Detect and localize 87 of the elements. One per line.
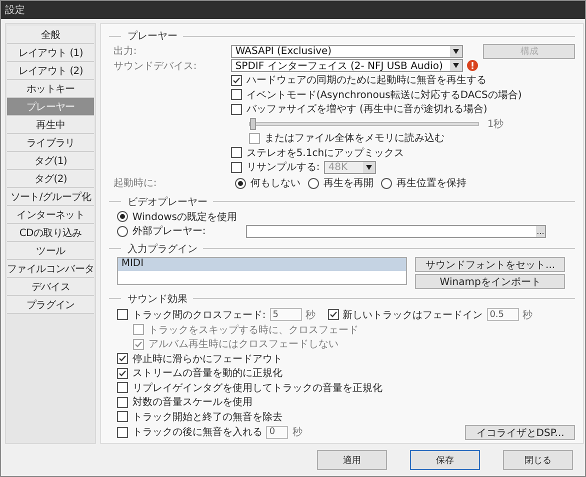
radio-label: 再生を再開 [323, 176, 374, 190]
sidebar-item[interactable]: CDの取り込み [7, 224, 94, 242]
footer-button[interactable]: 適用 [317, 450, 387, 470]
sidebar-item[interactable]: タグ(2) [7, 170, 94, 188]
radio-label: Windowsの既定を使用 [132, 210, 237, 224]
checkbox-label: バッファサイズを増やす (再生中に音が途切れる場合) [246, 102, 488, 116]
checkbox[interactable] [117, 426, 128, 438]
checkbox-label: ステレオを5.1chにアップミックス [246, 146, 404, 160]
sidebar-item[interactable]: プラグイン [7, 296, 94, 314]
checkbox[interactable] [231, 74, 242, 86]
sidebar-item[interactable]: ソート/グループ化 [7, 188, 94, 206]
radio-button[interactable] [308, 178, 320, 188]
slider-thumb[interactable] [250, 118, 256, 130]
checkbox-label: リプレイゲインタグを使用してトラックの音量を正規化 [132, 382, 382, 395]
plugin-list-item[interactable]: MIDI [118, 258, 406, 270]
checkbox-label: トラック間のクロスフェード: [132, 308, 266, 322]
checkbox-label: またはファイル全体をメモリに読み込む [264, 132, 444, 146]
checkbox-label: トラックの後に無音を入れる [132, 426, 262, 439]
checkbox-label: 新しいトラックはフェードイン [342, 308, 483, 322]
sidebar-item[interactable]: ファイルコンバータ [7, 260, 94, 278]
radio-label: 再生位置を保持 [396, 176, 466, 190]
sidebar-item[interactable]: デバイス [7, 278, 94, 296]
checkbox[interactable] [328, 309, 339, 320]
checkbox-label: リサンプルする: [246, 160, 320, 174]
sound-device-dropdown[interactable]: SPDIF インターフェイス (2- NFJ USB Audio) [231, 59, 464, 72]
output-label: 出力: [113, 44, 138, 58]
checkbox[interactable] [133, 324, 144, 336]
footer-button[interactable]: 保存 [410, 450, 480, 470]
sidebar-item[interactable]: ホットキー [7, 80, 94, 98]
checkbox[interactable] [133, 338, 144, 350]
slider-value: 1秒 [487, 118, 504, 131]
checkbox[interactable] [231, 89, 242, 100]
equalizer-dsp-button[interactable]: イコライザとDSP... [465, 424, 576, 440]
sidebar-item[interactable]: レイアウト (2) [7, 62, 94, 80]
checkbox[interactable] [117, 368, 128, 379]
player-path-field[interactable]: ... [246, 224, 546, 238]
sidebar-item[interactable]: インターネット [7, 206, 94, 224]
checkbox-label: ハードウェアの同期のために起動時に無音を再生する [246, 74, 486, 88]
checkbox-label: イベントモード(Asynchronous転送に対応するDACSの場合) [246, 88, 522, 102]
silence-input[interactable]: 0 [266, 426, 288, 438]
checkbox-label: アルバム再生時にはクロスフェードしない [148, 338, 338, 352]
checkbox[interactable] [117, 353, 128, 364]
section-title: ビデオプレーヤー [127, 196, 208, 208]
sidebar-item[interactable]: ツール [7, 242, 94, 260]
plugin-action-button[interactable]: サウンドフォントをセット... [415, 256, 566, 272]
dropdown-arrow-icon[interactable] [450, 46, 462, 57]
radio-button[interactable] [235, 178, 246, 188]
unit-label: 秒 [292, 426, 302, 439]
footer-button[interactable]: 閉じる [503, 450, 573, 470]
browse-button[interactable]: ... [536, 226, 546, 237]
fade-in-input[interactable]: 0.5 [486, 308, 519, 321]
radio-button[interactable] [381, 178, 392, 188]
checkbox[interactable] [231, 147, 242, 158]
checkbox-label: トラックをスキップする時に、クロスフェード [148, 324, 358, 337]
radio-button[interactable] [117, 226, 128, 237]
dropdown-arrow-icon[interactable] [363, 162, 376, 173]
checkbox[interactable] [117, 396, 128, 408]
sidebar-item[interactable]: ライブラリ [7, 134, 94, 152]
startup-label: 起動時に: [113, 176, 158, 190]
checkbox-label: 停止時に滑らかにフェードアウト [132, 352, 282, 366]
checkbox[interactable] [117, 309, 128, 320]
checkbox-label: ストリームの音量を動的に正規化 [132, 366, 282, 380]
checkbox[interactable] [231, 104, 242, 115]
sound-device-label: サウンドデバイス: [113, 60, 198, 73]
radio-label: 何もしない [250, 177, 300, 190]
sidebar-item[interactable]: レイアウト (1) [7, 44, 94, 62]
sidebar-item[interactable]: 全般 [7, 26, 94, 44]
checkbox[interactable] [117, 382, 128, 394]
output-dropdown[interactable]: WASAPI (Exclusive) [231, 44, 464, 58]
checkbox[interactable] [249, 132, 260, 144]
radio-button[interactable] [117, 211, 128, 222]
window-title: 設定 [5, 4, 25, 17]
plugin-action-button[interactable]: Winampをインポート [415, 274, 566, 288]
unit-label: 秒 [306, 308, 316, 322]
checkbox[interactable] [231, 162, 242, 173]
sidebar-item[interactable]: 再生中 [7, 116, 94, 134]
crossfade-input[interactable]: 5 [270, 308, 302, 321]
radio-label: 外部プレーヤー: [132, 224, 207, 238]
section-title: 入力プラグイン [127, 242, 198, 256]
checkbox-label: トラック開始と終了の無音を除去 [132, 410, 282, 424]
unit-label: 秒 [522, 308, 533, 322]
section-title: サウンド効果 [127, 292, 188, 306]
checkbox-label: 対数の音量スケールを使用 [132, 396, 252, 410]
sidebar-item[interactable]: タグ(1) [7, 152, 94, 170]
dropdown-arrow-icon[interactable] [450, 60, 462, 72]
section-title: プレーヤー [127, 30, 178, 43]
checkbox[interactable] [117, 411, 128, 422]
